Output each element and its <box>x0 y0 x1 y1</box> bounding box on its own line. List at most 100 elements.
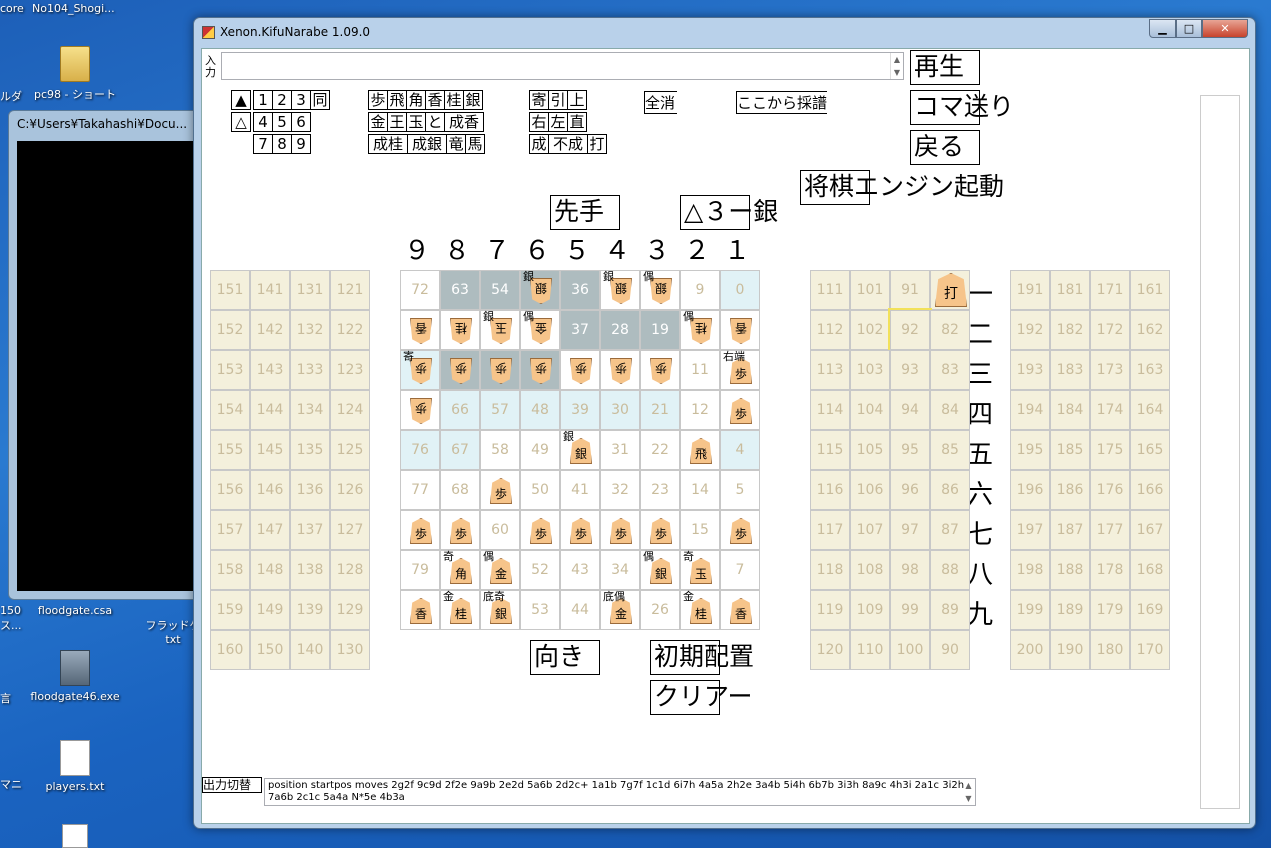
board-square[interactable]: 39 <box>560 390 600 430</box>
shogi-piece[interactable]: 歩 <box>570 358 592 384</box>
right-komadai-square[interactable]: 97 <box>890 510 930 550</box>
left-komadai-square[interactable]: 139 <box>290 590 330 630</box>
clear-button[interactable]: クリアー <box>650 680 753 715</box>
board-square[interactable]: 歩 <box>440 350 480 390</box>
board-square[interactable]: 歩 <box>640 350 680 390</box>
shogi-piece[interactable]: 歩 <box>650 358 672 384</box>
right-komadai-square[interactable]: 116 <box>810 470 850 510</box>
gote-turn-button[interactable]: △ <box>231 112 251 132</box>
right-komadai-square[interactable]: 83 <box>930 350 970 390</box>
sente-turn-button[interactable]: ▲ <box>231 90 251 110</box>
board-square[interactable]: 48 <box>520 390 560 430</box>
right-komadai-square[interactable]: 106 <box>850 470 890 510</box>
board-square[interactable]: 11 <box>680 350 720 390</box>
move-modifier-key[interactable]: 引 <box>548 90 568 110</box>
number-key[interactable]: 7 <box>253 134 273 154</box>
shogi-piece[interactable]: 歩 <box>410 518 432 544</box>
far-komadai-square[interactable]: 188 <box>1050 550 1090 590</box>
board-square[interactable]: 歩 <box>400 390 440 430</box>
move-modifier-key[interactable]: 不成 <box>548 134 588 154</box>
board-square[interactable]: 44 <box>560 590 600 630</box>
shogi-piece[interactable]: 歩 <box>530 358 552 384</box>
shogi-piece[interactable]: 歩 <box>610 518 632 544</box>
board-square[interactable]: 23 <box>640 470 680 510</box>
shogi-piece[interactable]: 香 <box>730 598 752 624</box>
right-komadai-square[interactable]: 82 <box>930 310 970 350</box>
far-komadai-square[interactable]: 177 <box>1090 510 1130 550</box>
right-komadai-square[interactable]: 89 <box>930 590 970 630</box>
board-square[interactable]: 21 <box>640 390 680 430</box>
right-komadai-square[interactable]: 87 <box>930 510 970 550</box>
piece-key[interactable]: 成香 <box>444 112 484 132</box>
right-komadai-square[interactable]: 112 <box>810 310 850 350</box>
board-square[interactable]: 香 <box>400 590 440 630</box>
piece-key[interactable]: 歩 <box>368 90 388 110</box>
number-key[interactable]: 1 <box>253 90 273 110</box>
far-komadai-square[interactable]: 175 <box>1090 430 1130 470</box>
piece-key[interactable]: と <box>425 112 445 132</box>
board-square[interactable]: 7 <box>720 550 760 590</box>
play-button[interactable]: 再生 <box>910 50 980 85</box>
left-komadai-square[interactable]: 151 <box>210 270 250 310</box>
far-komadai-square[interactable]: 176 <box>1090 470 1130 510</box>
desktop-icon-pc98[interactable]: pc98 - ショート <box>30 46 120 102</box>
move-modifier-key[interactable]: 成 <box>529 134 549 154</box>
board-square[interactable]: 52 <box>520 550 560 590</box>
left-komadai-square[interactable]: 134 <box>290 390 330 430</box>
left-komadai-square[interactable]: 126 <box>330 470 370 510</box>
piece-key[interactable]: 玉 <box>406 112 426 132</box>
left-komadai-square[interactable]: 156 <box>210 470 250 510</box>
left-komadai-square[interactable]: 136 <box>290 470 330 510</box>
console-body[interactable] <box>17 141 207 591</box>
far-komadai-square[interactable]: 168 <box>1130 550 1170 590</box>
step-forward-button[interactable]: コマ送り <box>910 90 1014 125</box>
move-modifier-key[interactable]: 寄 <box>529 90 549 110</box>
board-square[interactable]: 歩 <box>400 510 440 550</box>
board-square[interactable]: 歩 <box>520 510 560 550</box>
board-square[interactable]: 19 <box>640 310 680 350</box>
piece-key[interactable]: 角 <box>406 90 426 110</box>
right-komadai-square[interactable]: 120 <box>810 630 850 670</box>
board-square[interactable]: 60 <box>480 510 520 550</box>
desktop-icon-floodgate-exe[interactable]: floodgate46.exe <box>30 650 120 703</box>
move-modifier-key[interactable]: 左 <box>548 112 568 132</box>
orientation-button[interactable]: 向き <box>530 640 600 675</box>
board-square[interactable]: 4 <box>720 430 760 470</box>
right-komadai-square[interactable]: 92 <box>888 308 932 352</box>
board-square[interactable]: 26 <box>640 590 680 630</box>
shogi-piece[interactable]: 飛 <box>690 438 712 464</box>
piece-key[interactable]: 銀 <box>463 90 483 110</box>
right-komadai-square[interactable]: 94 <box>890 390 930 430</box>
left-komadai-square[interactable]: 147 <box>250 510 290 550</box>
far-komadai-square[interactable]: 190 <box>1050 630 1090 670</box>
desktop-icon-players[interactable]: players.txt <box>30 740 120 793</box>
board-square[interactable]: 79 <box>400 550 440 590</box>
far-komadai-square[interactable]: 172 <box>1090 310 1130 350</box>
right-komadai-square[interactable]: 103 <box>850 350 890 390</box>
output-scrollbar[interactable]: ▲ ▼ <box>962 779 975 805</box>
far-komadai-square[interactable]: 181 <box>1050 270 1090 310</box>
shogi-piece[interactable]: 歩 <box>410 398 432 424</box>
shogi-piece[interactable]: 歩 <box>530 518 552 544</box>
far-komadai-square[interactable]: 164 <box>1130 390 1170 430</box>
right-komadai-square[interactable]: 110 <box>850 630 890 670</box>
input-field[interactable] <box>221 52 904 80</box>
left-komadai-square[interactable]: 153 <box>210 350 250 390</box>
far-komadai-square[interactable]: 200 <box>1010 630 1050 670</box>
left-komadai-square[interactable]: 143 <box>250 350 290 390</box>
move-modifier-key[interactable]: 上 <box>567 90 587 110</box>
left-komadai-square[interactable]: 150 <box>250 630 290 670</box>
left-komadai-square[interactable]: 124 <box>330 390 370 430</box>
board-square[interactable]: 50 <box>520 470 560 510</box>
board-square[interactable]: 桂 <box>440 310 480 350</box>
right-komadai-square[interactable]: 101 <box>850 270 890 310</box>
far-komadai-square[interactable]: 187 <box>1050 510 1090 550</box>
right-komadai-square[interactable]: 109 <box>850 590 890 630</box>
right-komadai-square[interactable]: 98 <box>890 550 930 590</box>
far-komadai-square[interactable]: 180 <box>1090 630 1130 670</box>
board-square[interactable]: 22 <box>640 430 680 470</box>
far-komadai-square[interactable]: 178 <box>1090 550 1130 590</box>
piece-key[interactable]: 金 <box>368 112 388 132</box>
left-komadai-square[interactable]: 142 <box>250 310 290 350</box>
output-toggle-button[interactable]: 出力切替 <box>202 777 262 793</box>
